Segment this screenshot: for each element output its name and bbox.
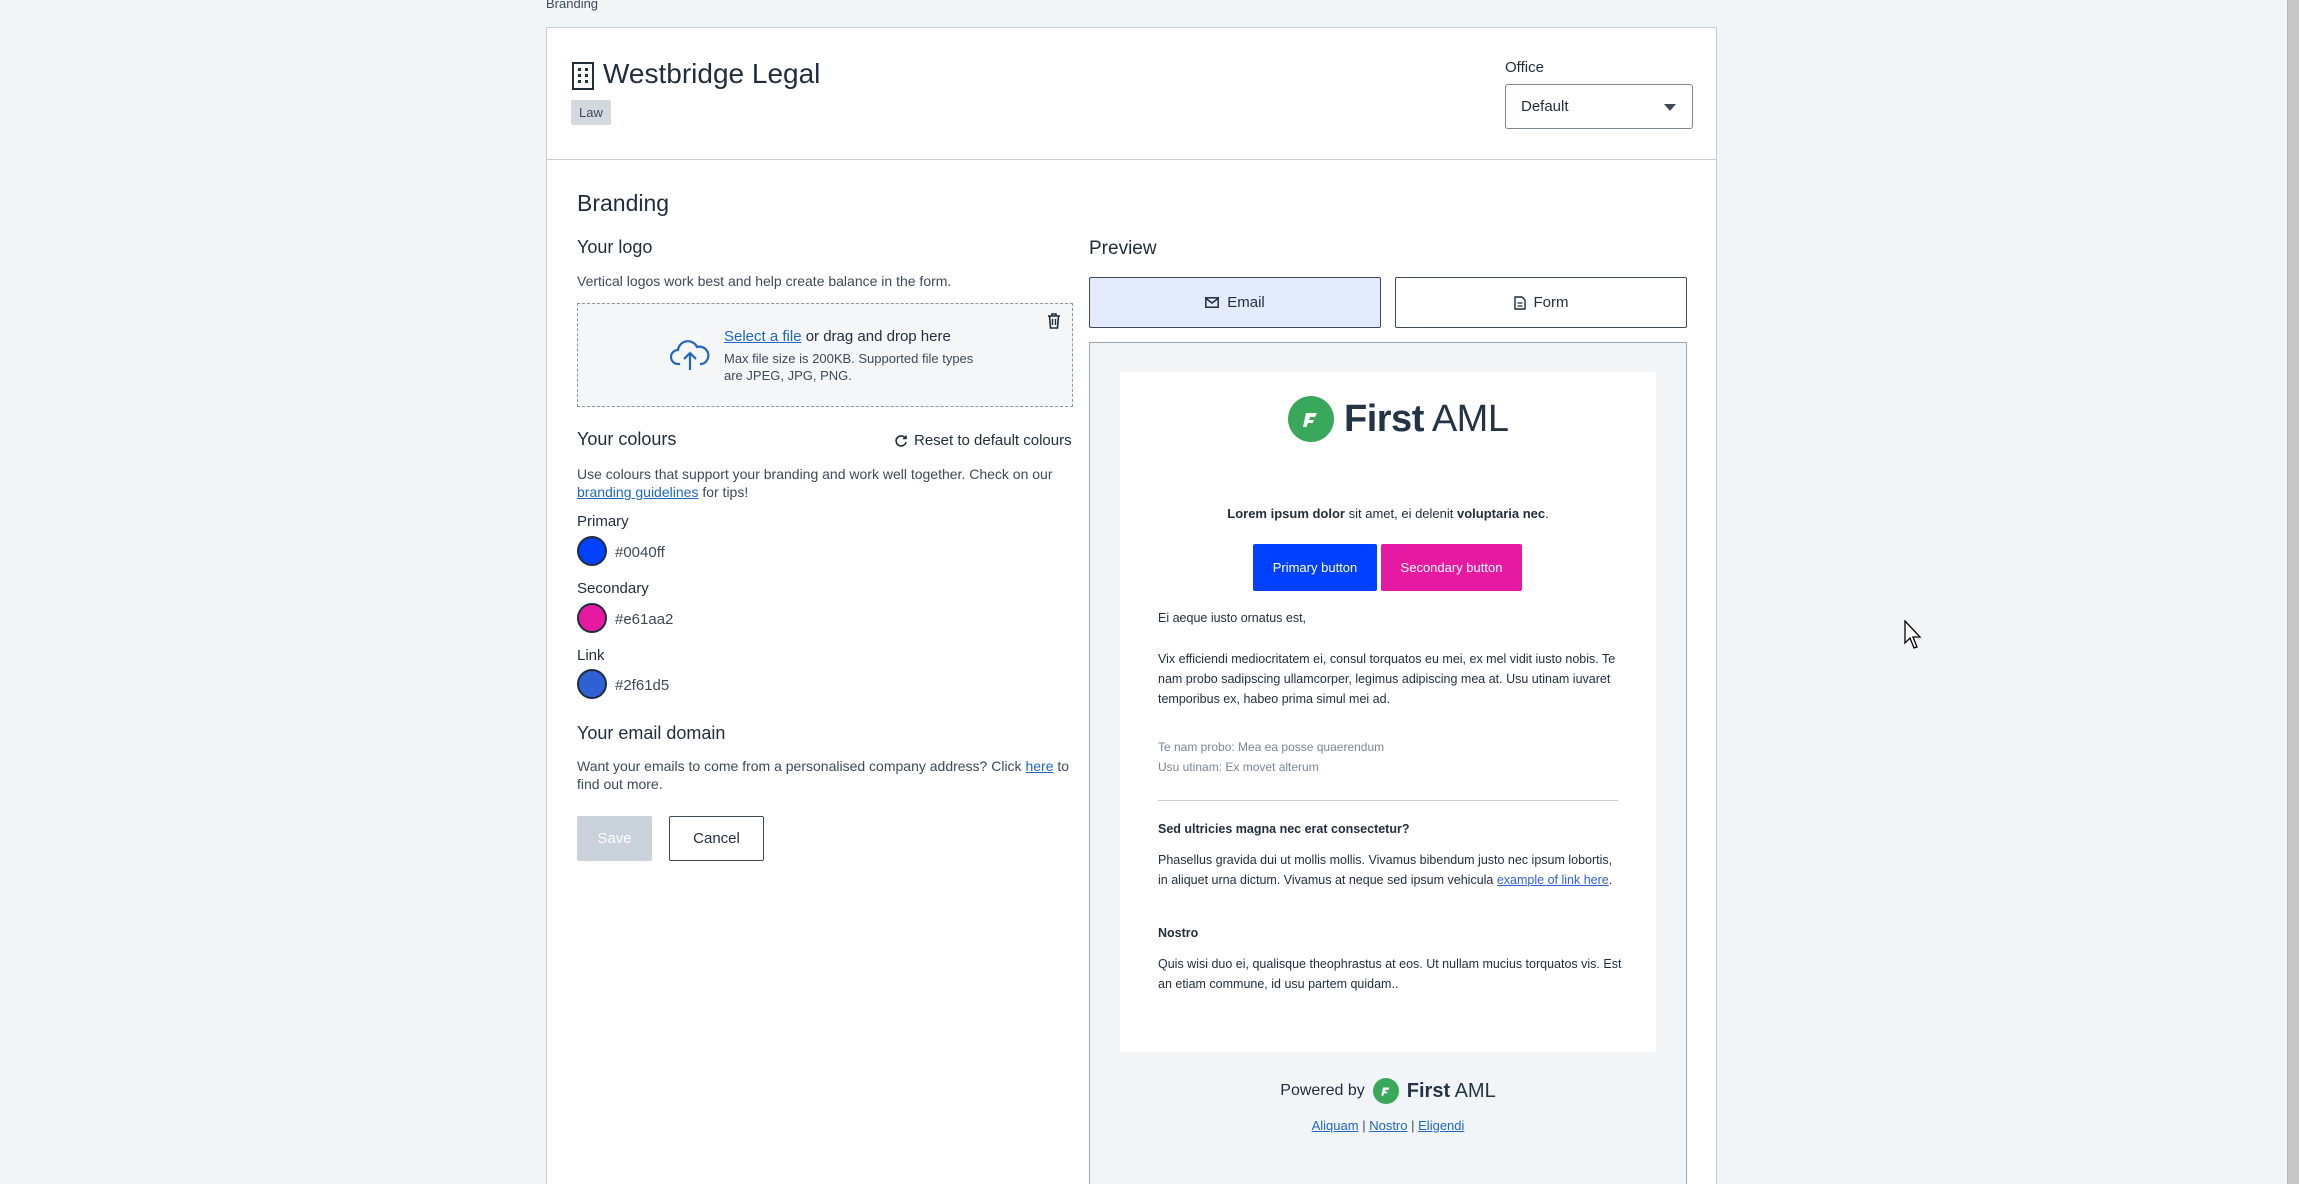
first-aml-small-logo-icon xyxy=(1372,1078,1399,1104)
tab-email[interactable]: Email xyxy=(1089,277,1381,328)
email-domain-here-link[interactable]: here xyxy=(1025,758,1053,774)
caret-down-icon xyxy=(1664,104,1676,111)
primary-colour-label: Primary xyxy=(577,513,629,530)
colours-description: Use colours that support your branding a… xyxy=(577,465,1077,501)
breadcrumb: Branding xyxy=(546,0,599,11)
scrollbar-thumb[interactable] xyxy=(2287,0,2299,1184)
office-select[interactable]: Default xyxy=(1505,84,1693,129)
industry-badge: Law xyxy=(571,100,611,125)
branding-guidelines-link[interactable]: branding guidelines xyxy=(577,484,698,500)
scrollbar[interactable] xyxy=(2287,0,2299,1184)
secondary-colour-label: Secondary xyxy=(577,580,649,597)
cloud-upload-icon xyxy=(670,340,710,370)
trash-icon[interactable] xyxy=(1046,312,1062,330)
tab-form-label: Form xyxy=(1533,294,1569,311)
first-aml-small-wordmark: First AML xyxy=(1407,1080,1496,1103)
email-subheading: Nostro xyxy=(1158,926,1199,940)
email-domain-text: Want your emails to come from a personal… xyxy=(577,758,1026,774)
tab-email-label: Email xyxy=(1227,294,1265,311)
select-file-link[interactable]: Select a file xyxy=(724,328,802,345)
tab-form[interactable]: Form xyxy=(1395,277,1687,328)
secondary-colour-swatch[interactable] xyxy=(577,603,607,633)
email-greeting: Ei aeque iusto ornatus est, xyxy=(1158,611,1307,625)
email-paragraph-3: Quis wisi duo ei, qualisque theophrastus… xyxy=(1158,957,1622,991)
link-colour-label: Link xyxy=(577,647,605,664)
preview-label: Preview xyxy=(1089,238,1157,259)
company-name: Westbridge Legal xyxy=(603,58,821,89)
colours-description-end: for tips! xyxy=(698,484,749,500)
branding-card: Westbridge Legal Law Office Default Bran… xyxy=(546,27,1717,1184)
first-aml-wordmark: First AML xyxy=(1344,397,1509,441)
email-paragraph-2: Phasellus gravida dui ut mollis mollis. … xyxy=(1158,850,1622,890)
example-link: example of link here xyxy=(1496,873,1609,887)
first-aml-logo-icon xyxy=(1288,396,1334,442)
link-colour-hex[interactable]: #2f61d5 xyxy=(615,677,669,694)
email-meta-1: Te nam probo: Mea ea posse quaerendum xyxy=(1158,740,1385,754)
paragraph-2-end: . xyxy=(1608,873,1613,887)
drop-text: or drag and drop here xyxy=(801,328,951,345)
small-logo-word-light: AML xyxy=(1450,1079,1496,1102)
reset-colours-label: Reset to default colours xyxy=(914,432,1072,449)
company-header: Westbridge Legal Law Office Default xyxy=(547,28,1716,160)
logo-description: Vertical logos work best and help create… xyxy=(577,273,952,289)
section-title: Branding xyxy=(577,190,670,216)
cancel-button[interactable]: Cancel xyxy=(669,816,764,861)
small-logo-word-bold: First xyxy=(1406,1079,1451,1102)
building-icon xyxy=(572,62,594,90)
colours-description-text: Use colours that support your branding a… xyxy=(577,466,1053,482)
primary-colour-swatch[interactable] xyxy=(577,536,607,566)
document-icon xyxy=(1513,295,1526,310)
powered-by: Powered by First AML xyxy=(1090,1078,1686,1104)
email-paragraph-1: Vix efficiendi mediocritatem ei, consul … xyxy=(1158,652,1616,706)
envelope-icon xyxy=(1205,297,1220,308)
email-meta-2: Usu utinam: Ex movet alterum xyxy=(1158,760,1319,774)
email-intro: Lorem ipsum dolor sit amet, ei delenit v… xyxy=(1120,506,1656,521)
office-label: Office xyxy=(1505,59,1544,76)
reset-colours-button[interactable]: Reset to default colours xyxy=(894,432,1072,449)
email-domain-heading: Your email domain xyxy=(577,723,726,743)
intro-bold-2: voluptaria nec xyxy=(1456,506,1546,521)
preview-primary-button: Primary button xyxy=(1253,544,1377,591)
footer-link-eligendi[interactable]: Eligendi xyxy=(1418,1118,1464,1133)
preview-secondary-button: Secondary button xyxy=(1381,544,1522,591)
refresh-icon xyxy=(895,434,907,447)
intro-bold-1: Lorem ipsum dolor xyxy=(1227,506,1345,521)
colours-heading: Your colours xyxy=(577,429,677,449)
link-colour-swatch[interactable] xyxy=(577,669,607,699)
first-aml-logo: First AML xyxy=(1288,396,1509,442)
primary-colour-hex[interactable]: #0040ff xyxy=(615,544,665,561)
save-button[interactable]: Save xyxy=(577,816,652,861)
footer-separator: | xyxy=(1362,1118,1366,1133)
dropzone-text: Select a file or drag and drop here xyxy=(724,328,951,345)
secondary-colour-hex[interactable]: #e61aa2 xyxy=(615,611,673,628)
logo-word-bold: First xyxy=(1344,397,1424,440)
intro-end: . xyxy=(1545,506,1549,521)
office-select-value: Default xyxy=(1521,98,1569,115)
email-domain-description: Want your emails to come from a personal… xyxy=(577,757,1077,793)
mouse-cursor-icon xyxy=(1904,620,1922,649)
footer-link-nostro[interactable]: Nostro xyxy=(1369,1118,1407,1133)
footer-link-aliquam[interactable]: Aliquam xyxy=(1312,1118,1359,1133)
email-preview-frame: First AML Lorem ipsum dolor sit amet, ei… xyxy=(1089,342,1687,1184)
email-divider xyxy=(1158,800,1618,801)
logo-word-light: AML xyxy=(1423,397,1509,440)
email-body: First AML Lorem ipsum dolor sit amet, ei… xyxy=(1120,372,1656,1052)
email-question: Sed ultricies magna nec erat consectetur… xyxy=(1158,822,1410,836)
file-limits: Max file size is 200KB. Supported file t… xyxy=(724,351,974,383)
logo-heading: Your logo xyxy=(577,237,653,257)
intro-mid: sit amet, ei delenit xyxy=(1344,506,1457,521)
logo-dropzone[interactable]: Select a file or drag and drop here Max … xyxy=(577,303,1073,407)
footer-links: Aliquam | Nostro | Eligendi xyxy=(1090,1118,1686,1133)
footer-separator: | xyxy=(1411,1118,1415,1133)
powered-by-text: Powered by xyxy=(1280,1082,1365,1099)
